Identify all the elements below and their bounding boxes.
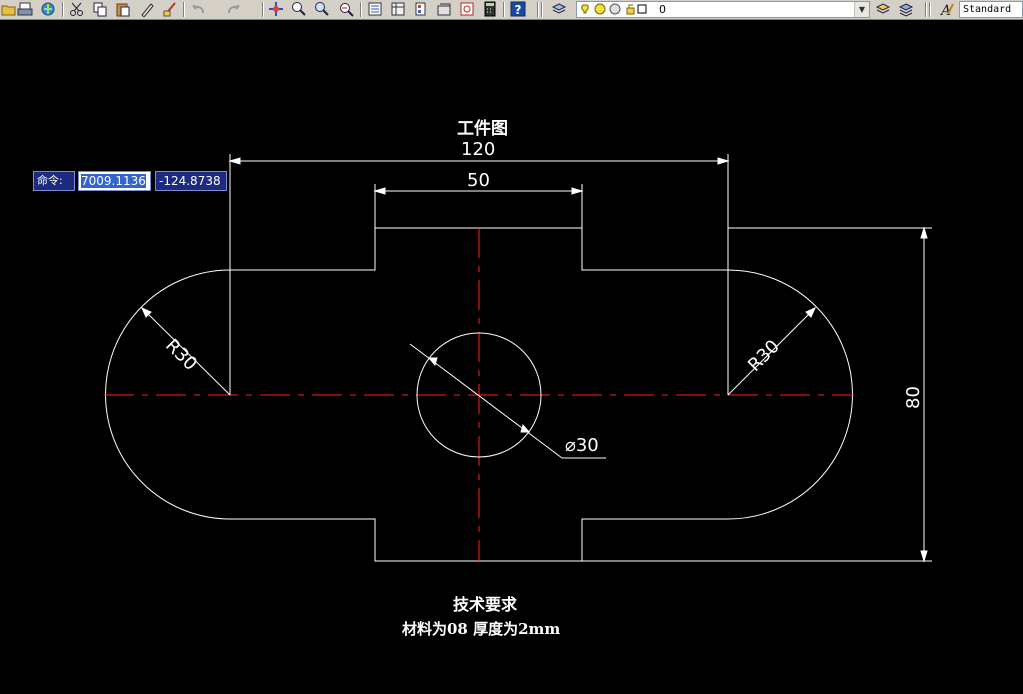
help-icon[interactable]: ? (510, 1, 526, 17)
toolbar-separator (503, 2, 505, 17)
notes-title: 技术要求 (453, 595, 518, 614)
text-style-icon[interactable]: A (939, 1, 955, 19)
tool-palettes-icon[interactable] (413, 1, 429, 17)
svg-text:?: ? (515, 3, 522, 17)
block-editor-icon[interactable] (162, 1, 178, 17)
dynamic-input-x-value: 7009.1136 (81, 174, 146, 188)
make-object-layer-current-icon[interactable] (875, 1, 891, 17)
zoom-window-icon[interactable] (314, 1, 330, 17)
centerlines (104, 228, 854, 561)
markup-set-manager-icon[interactable] (459, 1, 475, 17)
match-properties-icon[interactable] (139, 1, 155, 18)
dimensions (141, 154, 932, 563)
layer-properties-manager-icon[interactable] (551, 1, 567, 17)
current-layer-name: 0 (659, 3, 666, 16)
toolbar-separator (925, 2, 927, 17)
toolbar-separator (183, 2, 185, 17)
sheet-set-manager-icon[interactable] (436, 1, 452, 17)
dynamic-input-y-field[interactable]: -124.8738 (155, 171, 227, 191)
toolbar-grip (929, 2, 931, 17)
toolbar-separator (360, 2, 362, 17)
layer-dropdown[interactable]: 0 ▼ (576, 1, 870, 18)
layer-previous-icon[interactable] (898, 1, 914, 17)
properties-icon[interactable] (367, 1, 383, 17)
toolbar-separator (537, 2, 539, 17)
plot-icon[interactable] (17, 1, 33, 17)
design-center-icon[interactable] (390, 1, 406, 17)
dynamic-input-prompt: 命令: (33, 171, 75, 191)
dim-overall-width: 120 (461, 139, 496, 160)
drawing-title: 工件图 (457, 119, 508, 139)
cut-icon[interactable] (69, 1, 85, 17)
undo-icon[interactable] (190, 1, 206, 17)
quickcalc-icon[interactable] (482, 1, 498, 17)
zoom-realtime-icon[interactable] (291, 1, 307, 17)
toolbar-separator (62, 2, 64, 17)
notes-body: 材料为08 厚度为2mm (402, 620, 561, 638)
pan-realtime-icon[interactable] (268, 1, 284, 17)
copy-icon[interactable] (92, 1, 108, 17)
paste-icon[interactable] (115, 1, 131, 17)
redo-icon[interactable] (226, 1, 242, 17)
open-icon[interactable] (1, 1, 17, 17)
toolbar-separator (262, 2, 264, 17)
dynamic-input-x-field[interactable]: 7009.1136 (78, 171, 151, 191)
text-style-dropdown[interactable]: Standard (959, 1, 1023, 18)
zoom-previous-icon[interactable] (338, 1, 354, 17)
toolbar-grip (541, 2, 543, 17)
standard-toolbar: ? 0 ▼ A Standard (0, 0, 1023, 20)
dim-overall-height: 80 (903, 386, 924, 409)
chevron-down-icon[interactable]: ▼ (854, 2, 869, 17)
drawing-canvas[interactable]: 工件图 120 50 R30 R30 ⌀30 80 技术要求 材料为08 厚度为… (0, 21, 1023, 694)
dim-hole-diameter: ⌀30 (565, 435, 599, 456)
layer-state-icons (581, 3, 647, 15)
publish-icon[interactable] (40, 1, 56, 17)
dim-tab-width: 50 (467, 170, 490, 191)
